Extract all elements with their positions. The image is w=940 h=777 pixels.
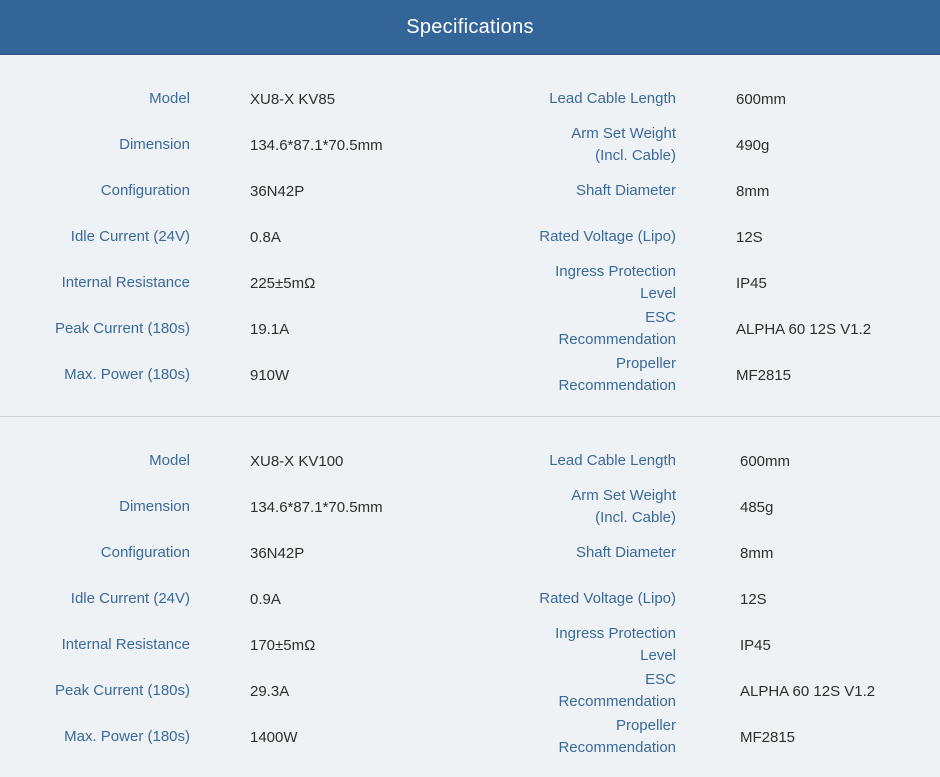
spec-value: 600mm	[740, 452, 791, 470]
spec-label: Rated Voltage (Lipo)	[539, 590, 676, 607]
spec-value: MF2815	[740, 728, 796, 746]
spec-label: Model	[149, 452, 190, 469]
spec-table: Model XU8-X KV85 Lead Cable Length 600mm Dim…	[0, 55, 940, 416]
spec-label: ESC Recommendation	[558, 671, 676, 710]
spec-row: Max. Power (180s) 1400W Propeller Recommen…	[0, 714, 940, 760]
spec-value: 485g	[740, 498, 774, 516]
spec-value: 225±5mΩ	[250, 274, 316, 292]
spec-value: 36N42P	[250, 182, 305, 200]
spec-label: Idle Current (24V)	[70, 590, 190, 607]
spec-value: 12S	[736, 228, 763, 246]
spec-label: Rated Voltage (Lipo)	[539, 228, 676, 245]
spec-row: Model XU8-X KV100 Lead Cable Length 600mm	[0, 438, 940, 484]
spec-value: 8mm	[736, 182, 770, 200]
spec-label: Arm Set Weight (Incl. Cable)	[571, 125, 676, 164]
spec-row: Configuration 36N42P Shaft Diameter 8mm	[0, 530, 940, 576]
spec-label: Max. Power (180s)	[64, 366, 190, 383]
spec-value: IP45	[736, 274, 767, 292]
spec-label: Peak Current (180s)	[54, 320, 190, 337]
spec-value: XU8-X KV100	[250, 452, 344, 470]
spec-value: 1400W	[250, 728, 298, 746]
spec-label: Shaft Diameter	[575, 544, 676, 561]
spec-row: Model XU8-X KV85 Lead Cable Length 600mm	[0, 76, 940, 122]
spec-value: 8mm	[740, 544, 774, 562]
spec-value: 0.8A	[250, 228, 281, 246]
spec-row: Dimension 134.6*87.1*70.5mm Arm Set Weight…	[0, 484, 940, 530]
spec-row: Idle Current (24V) 0.9A Rated Voltage (Lip…	[0, 576, 940, 622]
spec-value: XU8-X KV85	[250, 90, 336, 108]
spec-label: Propeller Recommendation	[558, 355, 676, 394]
spec-label: Idle Current (24V)	[70, 228, 190, 245]
spec-value: 19.1A	[250, 320, 290, 338]
spec-value: 134.6*87.1*70.5mm	[250, 136, 383, 154]
spec-value: 170±5mΩ	[250, 636, 316, 654]
spec-value: 12S	[740, 590, 767, 608]
spec-row: Idle Current (24V) 0.8A Rated Voltage (Lip…	[0, 214, 940, 260]
spec-label: Ingress Protection Level	[555, 625, 676, 664]
spec-row: Internal Resistance 170±5mΩ Ingress Protec…	[0, 622, 940, 668]
spec-label: Internal Resistance	[61, 636, 190, 653]
spec-row: Peak Current (180s) 19.1A ESC Recommendati…	[0, 306, 940, 352]
spec-label: Dimension	[119, 136, 190, 153]
spec-value: IP45	[740, 636, 771, 654]
spec-row: Max. Power (180s) 910W Propeller Recommend…	[0, 352, 940, 398]
spec-label: Dimension	[119, 498, 190, 515]
spec-value: 36N42P	[250, 544, 305, 562]
spec-table: Model XU8-X KV100 Lead Cable Length 600mm Di…	[0, 417, 940, 777]
spec-value: 29.3A	[250, 682, 290, 700]
specifications-title: Specifications	[406, 15, 534, 38]
spec-label: Internal Resistance	[61, 274, 190, 291]
spec-row: Dimension 134.6*87.1*70.5mm Arm Set Weight…	[0, 122, 940, 168]
spec-value: 600mm	[736, 90, 787, 108]
spec-value: 910W	[250, 366, 290, 384]
spec-value: ALPHA 60 12S V1.2	[736, 320, 872, 338]
spec-label: Propeller Recommendation	[558, 717, 676, 756]
spec-value: 134.6*87.1*70.5mm	[250, 498, 383, 516]
spec-row: Internal Resistance 225±5mΩ Ingress Protec…	[0, 260, 940, 306]
spec-value: 0.9A	[250, 590, 281, 608]
spec-label: Arm Set Weight (Incl. Cable)	[571, 487, 676, 526]
spec-label: Max. Power (180s)	[64, 728, 190, 745]
spec-value: MF2815	[736, 366, 792, 384]
spec-label: Lead Cable Length	[549, 90, 676, 107]
spec-label: Configuration	[100, 544, 190, 561]
spec-label: Shaft Diameter	[575, 182, 676, 199]
spec-label: Peak Current (180s)	[54, 682, 190, 699]
spec-row: Peak Current (180s) 29.3A ESC Recommendati…	[0, 668, 940, 714]
spec-row: Configuration 36N42P Shaft Diameter 8mm	[0, 168, 940, 214]
spec-tables: Model XU8-X KV85 Lead Cable Length 600mm Dim…	[0, 55, 940, 777]
spec-label: ESC Recommendation	[558, 309, 676, 348]
specifications-header: Specifications	[0, 0, 940, 55]
spec-label: Model	[149, 90, 190, 107]
spec-label: Ingress Protection Level	[555, 263, 676, 302]
spec-label: Configuration	[100, 182, 190, 199]
spec-value: 490g	[736, 136, 770, 154]
spec-label: Lead Cable Length	[549, 452, 676, 469]
spec-value: ALPHA 60 12S V1.2	[740, 682, 876, 700]
